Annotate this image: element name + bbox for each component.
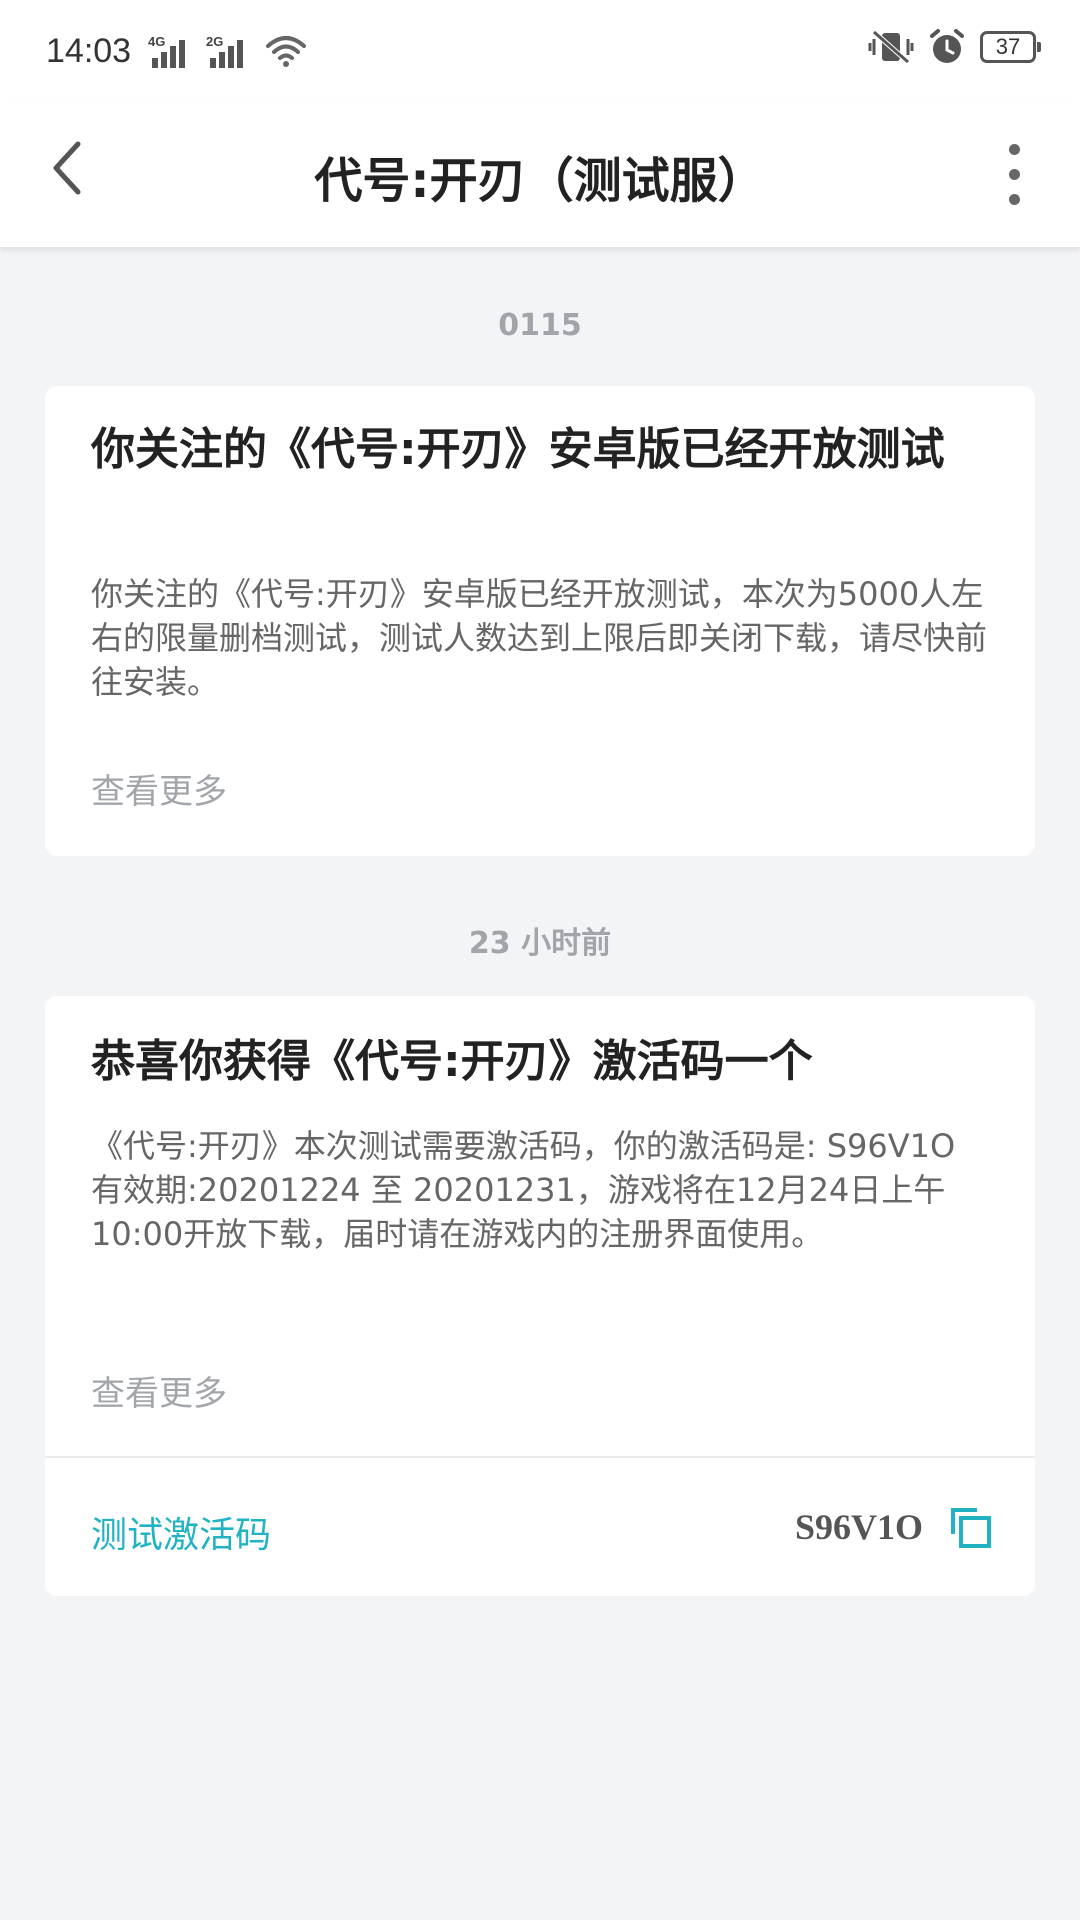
status-time: 14:03 <box>46 32 132 70</box>
activation-code-row: 测试激活码 S96V1O <box>45 1458 1035 1596</box>
wifi-icon <box>266 36 306 67</box>
message-title: 你关注的《代号:开刃》安卓版已经开放测试 <box>91 424 945 475</box>
view-more-link[interactable]: 查看更多 <box>91 1366 227 1415</box>
signal-4g-icon: 4G <box>148 34 192 68</box>
status-bar: 14:03 4G 2G 37 <box>0 0 1080 104</box>
app-bar: 代号:开刃（测试服） <box>0 104 1080 248</box>
chevron-left-icon <box>53 141 81 195</box>
more-vertical-icon <box>1008 143 1020 155</box>
vibrate-mute-icon <box>868 30 914 64</box>
message-title: 恭喜你获得《代号:开刃》激活码一个 <box>91 1036 813 1087</box>
view-more-link[interactable]: 查看更多 <box>91 764 227 813</box>
status-left-icons: 4G 2G <box>148 32 308 68</box>
message-card[interactable]: 你关注的《代号:开刃》安卓版已经开放测试 你关注的《代号:开刃》安卓版已经开放测… <box>45 386 1035 856</box>
status-right-icons: 37 <box>868 28 1041 66</box>
message-timestamp: 0115 <box>498 308 582 343</box>
activation-code-value: S96V1O <box>794 1507 923 1547</box>
more-options-button[interactable] <box>982 134 1046 214</box>
message-timestamp: 23 小时前 <box>468 926 612 961</box>
alarm-icon <box>930 29 964 63</box>
message-body: 《代号:开刃》本次测试需要激活码，你的激活码是: S96V1O 有效期:2020… <box>91 1127 956 1253</box>
battery-icon: 37 <box>980 31 1041 63</box>
copy-icon[interactable] <box>947 1504 995 1552</box>
message-card[interactable]: 恭喜你获得《代号:开刃》激活码一个 《代号:开刃》本次测试需要激活码，你的激活码… <box>45 996 1035 1596</box>
activation-code-label: 测试激活码 <box>91 1515 272 1556</box>
back-button[interactable] <box>38 132 94 204</box>
page-title: 代号:开刃（测试服） <box>314 153 766 209</box>
message-body: 你关注的《代号:开刃》安卓版已经开放测试，本次为5000人左右的限量删档测试，测… <box>91 575 988 701</box>
signal-2g-icon: 2G <box>206 34 250 68</box>
